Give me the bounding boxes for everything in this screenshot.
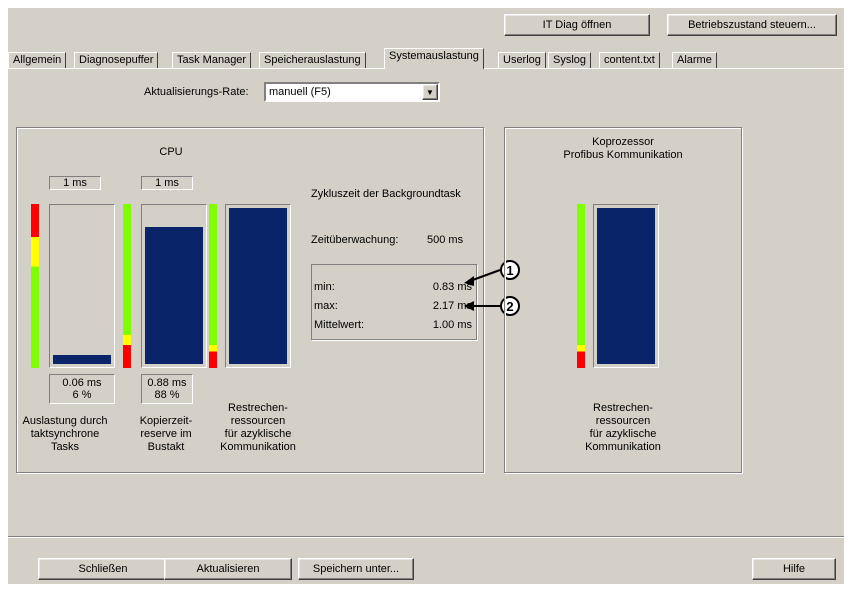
col1-gauge	[49, 204, 115, 368]
col2-status-meter	[123, 204, 131, 368]
refresh-button[interactable]: Aktualisieren	[164, 558, 292, 580]
chevron-down-icon[interactable]: ▼	[422, 84, 438, 100]
tab-systemauslastung[interactable]: Systemauslastung	[384, 48, 484, 69]
col2-gauge-fill	[145, 227, 203, 364]
tab-allgemein[interactable]: Allgemein	[8, 52, 67, 69]
col3-caption: Restrechen-ressourcen für azyklische Kommu…	[220, 402, 296, 453]
col1-ms: 0.06 ms	[62, 377, 102, 389]
col3-gauge-fill	[229, 208, 287, 364]
rate-label: Aktualisierungs-Rate:	[144, 86, 249, 98]
it-diag-open-button[interactable]: IT Diag öffnen	[504, 14, 650, 36]
col2-readout: 0.88 ms 88 %	[141, 374, 193, 404]
control-state-button[interactable]: Betriebszustand steuern...	[667, 14, 837, 36]
tab-alarme[interactable]: Alarme	[672, 52, 717, 69]
col3-status-meter	[209, 204, 217, 368]
stat-min-label: min:	[314, 281, 335, 293]
col2-caption: Kopierzeit-reserve im Bustakt	[139, 415, 193, 453]
stat-max-label: max:	[314, 300, 338, 312]
col2-ms: 0.88 ms	[147, 377, 187, 389]
col1-caption: Auslastung durch taktsynchrone Tasks	[22, 415, 108, 453]
cpu-group: CPU 1 ms 0.06 ms 6 % Auslastung durch tak…	[16, 127, 484, 473]
coprocessor-status-meter	[577, 204, 585, 368]
cycle-title: Zykluszeit der Backgroundtask	[311, 188, 461, 200]
col1-pct: 6 %	[72, 389, 92, 401]
tab-syslog[interactable]: Syslog	[548, 52, 592, 69]
tab-diagnosepuffer[interactable]: Diagnosepuffer	[74, 52, 159, 69]
cpu-title: CPU	[159, 146, 183, 158]
tab-task-manager[interactable]: Task Manager	[172, 52, 252, 69]
tab-userlog[interactable]: Userlog	[498, 52, 546, 69]
coprocessor-title: Koprozessor Profibus Kommunikation	[563, 136, 683, 161]
arrow-head-2	[464, 301, 474, 311]
coprocessor-group: Koprozessor Profibus Kommunikation Restre…	[504, 127, 742, 473]
col2-gauge	[141, 204, 207, 368]
dialog-window: IT Diag öffnen Betriebszustand steuern..…	[8, 8, 844, 584]
close-button[interactable]: Schließen	[38, 558, 168, 580]
coprocessor-caption: Restrechen-ressourcen für azyklische Kommu…	[585, 402, 661, 453]
tab-speicherauslastung[interactable]: Speicherauslastung	[259, 52, 366, 69]
rate-select[interactable]: manuell (F5) ▼	[264, 82, 440, 102]
col3-gauge	[225, 204, 291, 368]
tab-content-txt[interactable]: content.txt	[599, 52, 660, 69]
col1-gauge-fill	[53, 355, 111, 364]
col1-readout: 0.06 ms 6 %	[49, 374, 115, 404]
col2-pct: 88 %	[154, 389, 180, 401]
col1-top-value: 1 ms	[49, 176, 101, 190]
coprocessor-gauge	[593, 204, 659, 368]
rate-select-value: manuell (F5)	[269, 86, 331, 98]
monitor-value: 500 ms	[427, 234, 464, 246]
arrow-head-1	[464, 276, 474, 286]
coprocessor-gauge-fill	[597, 208, 655, 364]
help-button[interactable]: Hilfe	[752, 558, 836, 580]
col2-top-value: 1 ms	[141, 176, 193, 190]
col1-status-meter	[31, 204, 39, 368]
stats-box: min: 0.83 ms max: 2.17 ms Mittelwert: 1.…	[311, 264, 477, 340]
tab-bar: Allgemein Diagnosepuffer Task Manager Sp…	[8, 44, 844, 69]
footer-divider	[8, 536, 844, 538]
stat-mean-label: Mittelwert:	[314, 319, 365, 331]
monitor-label: Zeitüberwachung:	[311, 234, 399, 246]
save-as-button[interactable]: Speichern unter...	[298, 558, 414, 580]
